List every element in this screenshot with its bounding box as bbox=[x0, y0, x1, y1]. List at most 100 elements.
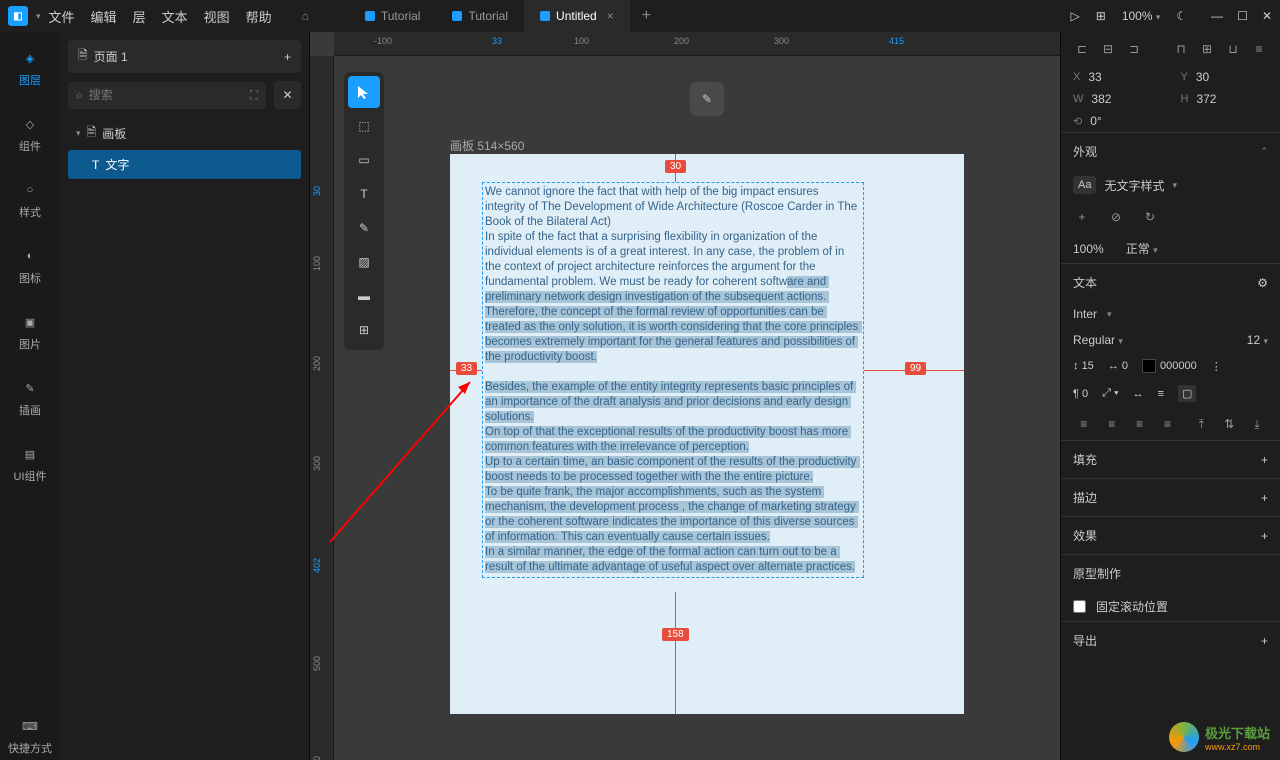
prop-w[interactable]: 382 bbox=[1091, 92, 1111, 106]
menu-layer[interactable]: 层 bbox=[133, 7, 146, 26]
page-selector[interactable]: 🗎 页面 1 + bbox=[68, 40, 301, 73]
canvas[interactable]: -100 33 100 200 300 415 30 100 200 300 4… bbox=[310, 32, 1060, 760]
chevron-down-icon[interactable]: ▾ bbox=[36, 11, 41, 22]
tool-frame[interactable]: ⬚ bbox=[348, 110, 380, 142]
rail-ui[interactable]: ▤UI组件 bbox=[0, 440, 60, 488]
rail-icons[interactable]: ◐图标 bbox=[0, 242, 60, 290]
tab-tutorial-2[interactable]: Tutorial bbox=[436, 0, 524, 32]
section-appearance[interactable]: 外观 ⌃ bbox=[1061, 132, 1280, 170]
rail-illustrations[interactable]: ✎插画 bbox=[0, 374, 60, 422]
rail-styles[interactable]: ○样式 bbox=[0, 176, 60, 224]
tool-move[interactable] bbox=[348, 76, 380, 108]
tool-more[interactable]: ⊞ bbox=[348, 314, 380, 346]
app-logo[interactable]: ◧ bbox=[8, 6, 28, 26]
prop-h[interactable]: 372 bbox=[1196, 92, 1216, 106]
add-button[interactable]: + bbox=[1261, 529, 1268, 543]
section-effects[interactable]: 效果+ bbox=[1061, 516, 1280, 554]
align-left-icon[interactable]: ⊏ bbox=[1073, 40, 1091, 58]
align-center-h-icon[interactable]: ⊟ bbox=[1099, 40, 1117, 58]
font-weight[interactable]: Regular bbox=[1073, 333, 1115, 347]
section-prototype[interactable]: 原型制作 bbox=[1061, 554, 1280, 592]
add-style-button[interactable]: + bbox=[1073, 208, 1091, 226]
minimize-button[interactable]: — bbox=[1211, 9, 1223, 23]
valign-top[interactable]: ⤒ bbox=[1190, 414, 1212, 434]
text-color-hex[interactable]: 000000 bbox=[1160, 360, 1197, 372]
menu-file[interactable]: 文件 bbox=[49, 7, 75, 26]
menu-view[interactable]: 视图 bbox=[204, 7, 230, 26]
menu-text[interactable]: 文本 bbox=[162, 7, 188, 26]
artboard[interactable]: We cannot ignore the fact that with help… bbox=[450, 154, 964, 714]
tool-rectangle[interactable]: ▭ bbox=[348, 144, 380, 176]
add-tab-button[interactable]: + bbox=[630, 7, 663, 25]
add-button[interactable]: + bbox=[1261, 453, 1268, 467]
tab-tutorial-1[interactable]: Tutorial bbox=[349, 0, 437, 32]
text-align-justify[interactable]: ≡ bbox=[1157, 414, 1179, 434]
grid-icon[interactable]: ⊞ bbox=[1096, 9, 1106, 23]
add-page-button[interactable]: + bbox=[284, 50, 291, 64]
search-input[interactable] bbox=[89, 88, 244, 102]
text-color-swatch[interactable] bbox=[1142, 359, 1156, 373]
layer-artboard[interactable]: ▾ 🗎 画板 bbox=[68, 117, 301, 150]
align-right-icon[interactable]: ⊐ bbox=[1125, 40, 1143, 58]
prop-y[interactable]: 30 bbox=[1196, 70, 1209, 84]
rail-layers[interactable]: ◈图层 bbox=[0, 44, 60, 92]
close-icon[interactable]: × bbox=[607, 9, 614, 23]
distribute-icon[interactable]: ≡ bbox=[1250, 40, 1268, 58]
section-stroke[interactable]: 描边+ bbox=[1061, 478, 1280, 516]
add-button[interactable]: + bbox=[1261, 634, 1268, 648]
search-box[interactable]: ⌕ ⛶ bbox=[68, 82, 266, 109]
rail-images[interactable]: ▣图片 bbox=[0, 308, 60, 356]
moon-icon[interactable]: ☾ bbox=[1176, 9, 1187, 23]
menu-edit[interactable]: 编辑 bbox=[91, 7, 117, 26]
section-fill[interactable]: 填充+ bbox=[1061, 440, 1280, 478]
text-style-value[interactable]: 无文字样式 bbox=[1104, 177, 1164, 194]
tool-section[interactable]: ▬ bbox=[348, 280, 380, 312]
valign-bottom[interactable]: ⤓ bbox=[1246, 414, 1268, 434]
align-bottom-icon[interactable]: ⊔ bbox=[1224, 40, 1242, 58]
rail-shortcuts[interactable]: ⌨快捷方式 bbox=[0, 712, 60, 760]
align-middle-icon[interactable]: ⊞ bbox=[1198, 40, 1216, 58]
font-size[interactable]: 12 bbox=[1247, 333, 1260, 347]
more-icon[interactable]: ⋮ bbox=[1211, 360, 1222, 373]
line-height[interactable]: ↕ 15 bbox=[1073, 360, 1094, 372]
play-icon[interactable]: ▷ bbox=[1071, 9, 1080, 23]
fixed-scroll-checkbox[interactable] bbox=[1073, 600, 1086, 613]
close-button[interactable]: ✕ bbox=[1262, 9, 1272, 23]
rail-components[interactable]: ◇组件 bbox=[0, 110, 60, 158]
tab-untitled[interactable]: Untitled× bbox=[524, 0, 630, 32]
wrap-icon[interactable]: ↔ bbox=[1133, 388, 1144, 400]
text-align-center[interactable]: ≡ bbox=[1101, 414, 1123, 434]
section-text[interactable]: 文本 ⚙ bbox=[1061, 263, 1280, 301]
align-top-icon[interactable]: ⊓ bbox=[1172, 40, 1190, 58]
text-align-left[interactable]: ≡ bbox=[1073, 414, 1095, 434]
auto-width-icon[interactable]: ⤢ ▾ bbox=[1102, 387, 1118, 400]
check-icon[interactable]: ⊘ bbox=[1107, 208, 1125, 226]
height-icon[interactable]: ≡ bbox=[1158, 388, 1164, 400]
text-frame[interactable]: We cannot ignore the fact that with help… bbox=[482, 182, 864, 578]
edit-pencil-button[interactable]: ✎ bbox=[690, 82, 724, 116]
prop-rotation[interactable]: 0° bbox=[1090, 114, 1101, 128]
layer-text[interactable]: T 文字 bbox=[68, 150, 301, 179]
home-icon[interactable]: ⌂ bbox=[302, 9, 309, 23]
add-button[interactable]: + bbox=[1261, 491, 1268, 505]
tool-image[interactable]: ▨ bbox=[348, 246, 380, 278]
settings-icon[interactable]: ⚙ bbox=[1257, 276, 1268, 290]
blend-mode[interactable]: 正常 ▾ bbox=[1126, 240, 1158, 257]
prop-x[interactable]: 33 bbox=[1088, 70, 1101, 84]
text-align-right[interactable]: ≡ bbox=[1129, 414, 1151, 434]
fixed-icon[interactable]: ▢ bbox=[1178, 385, 1196, 402]
maximize-button[interactable]: ☐ bbox=[1237, 9, 1248, 23]
font-family[interactable]: Inter bbox=[1073, 307, 1097, 321]
tool-text[interactable]: T bbox=[348, 178, 380, 210]
valign-middle[interactable]: ⇅ bbox=[1218, 414, 1240, 434]
letter-spacing[interactable]: ↔ 0 bbox=[1108, 360, 1128, 372]
paragraph-spacing[interactable]: ¶ 0 bbox=[1073, 388, 1088, 400]
opacity-value[interactable]: 100% bbox=[1073, 242, 1104, 256]
tool-pen[interactable]: ✎ bbox=[348, 212, 380, 244]
scan-icon[interactable]: ⛶ bbox=[250, 88, 258, 103]
refresh-icon[interactable]: ↻ bbox=[1141, 208, 1159, 226]
zoom-level[interactable]: 100% ▾ bbox=[1122, 9, 1161, 23]
menu-help[interactable]: 帮助 bbox=[246, 7, 272, 26]
section-export[interactable]: 导出+ bbox=[1061, 621, 1280, 659]
text-content[interactable]: We cannot ignore the fact that with help… bbox=[485, 185, 861, 575]
